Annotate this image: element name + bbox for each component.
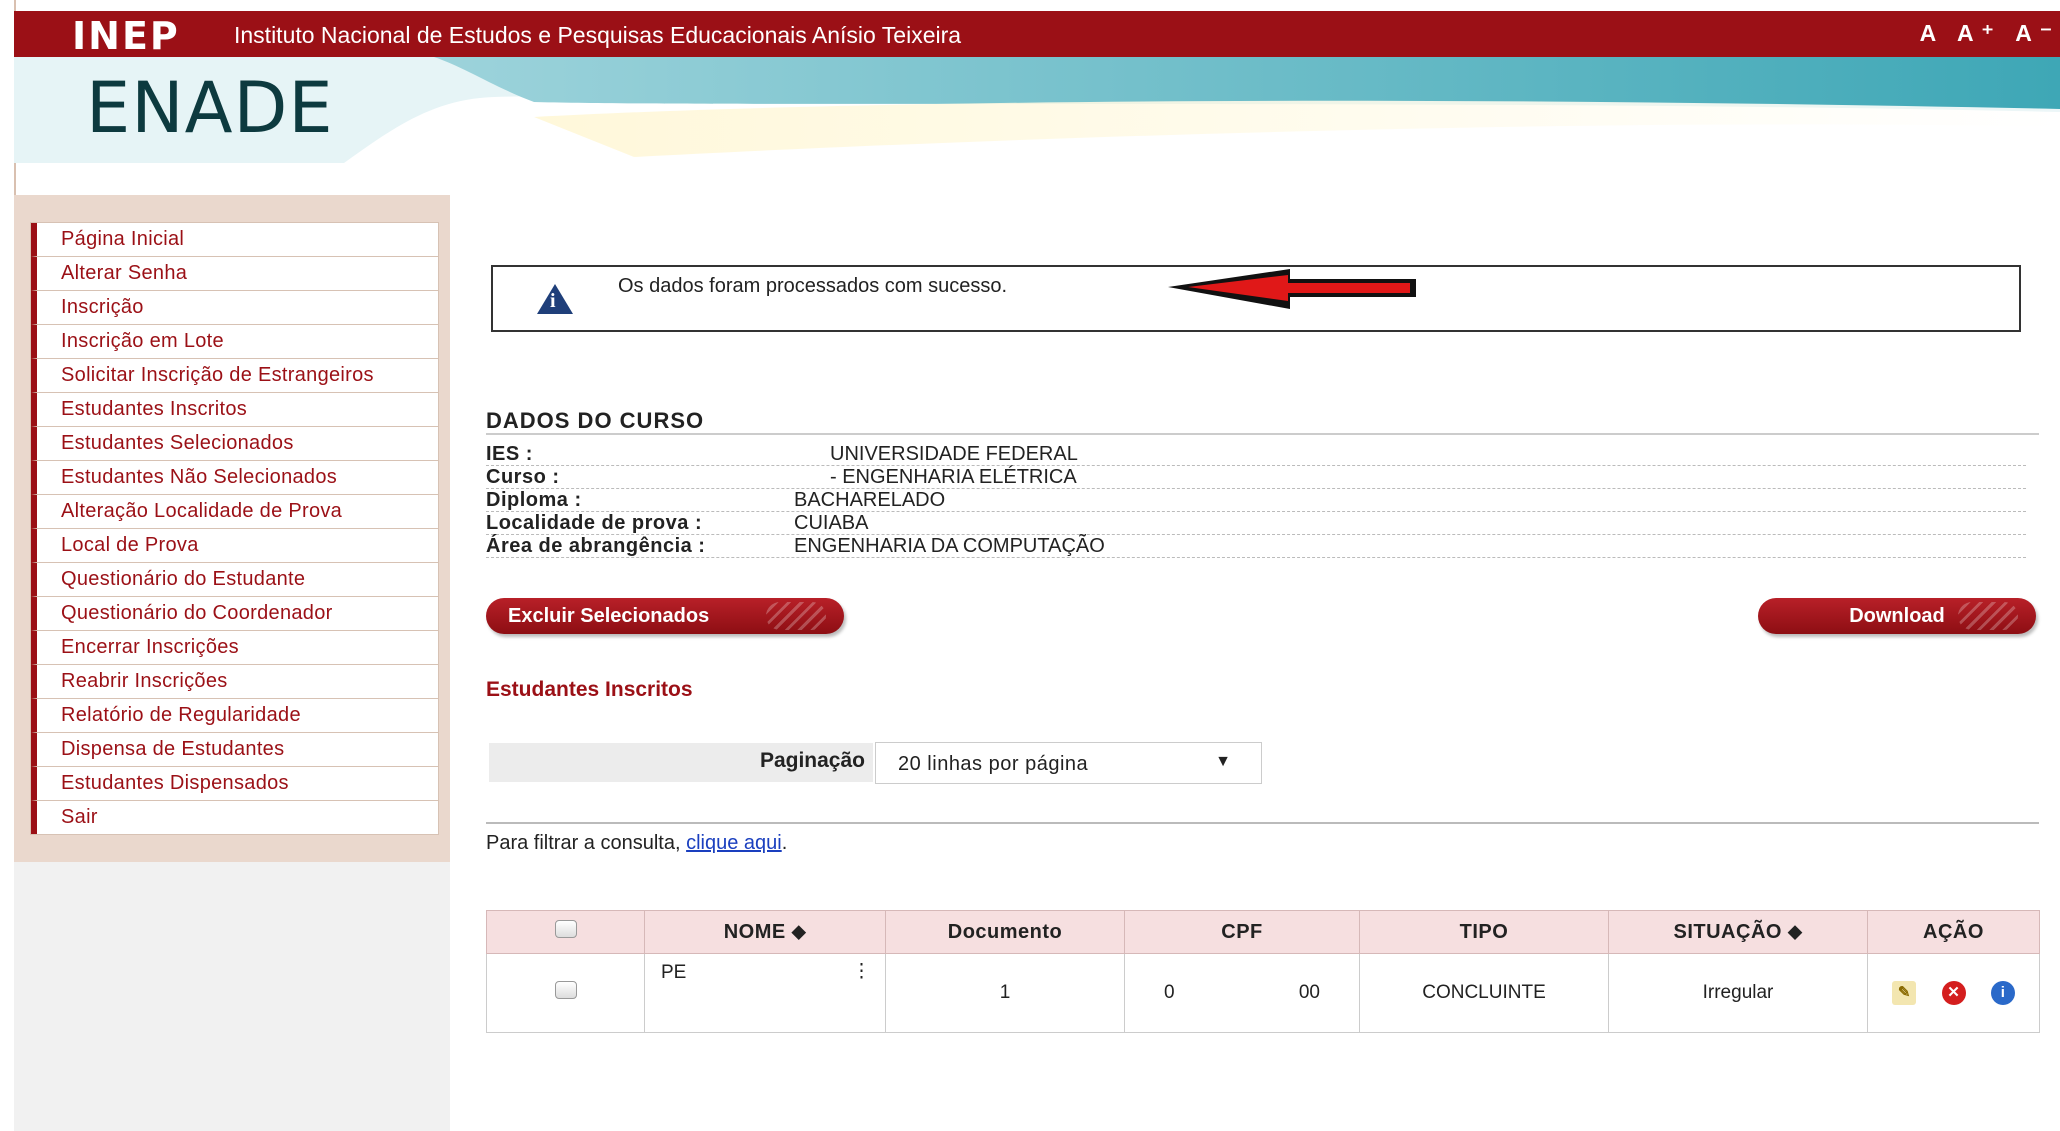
ies-value: UNIVERSIDADE FEDERAL	[830, 443, 1078, 465]
localidade-value: CUIABA	[794, 512, 869, 534]
acao-cell: ✎ ✕ i	[1867, 953, 2040, 1033]
sidebar-item-questionario-do-estudante[interactable]: Questionário do Estudante	[31, 563, 438, 597]
row-checkbox[interactable]	[554, 981, 577, 999]
sidebar-item-estudantes-inscritos[interactable]: Estudantes Inscritos	[31, 393, 438, 427]
sidebar-item-pagina-inicial[interactable]: Página Inicial	[31, 223, 438, 257]
sidebar-item-inscricao[interactable]: Inscrição	[31, 291, 438, 325]
sidebar-item-estudantes-nao-selecionados[interactable]: Estudantes Não Selecionados	[31, 461, 438, 495]
info-icon[interactable]: i	[1990, 981, 2015, 1005]
sidebar-item-alterar-senha[interactable]: Alterar Senha	[31, 257, 438, 291]
pagination-select[interactable]: 20 linhas por página ▼	[875, 742, 1262, 784]
localidade-row: Localidade de prova : CUIABA	[486, 512, 2026, 535]
filter-prefix: Para filtrar a consulta,	[486, 832, 687, 854]
nome-cell: PE ⋮	[644, 953, 886, 1033]
sidebar-bottom	[14, 862, 450, 1131]
sidebar-menu: Página Inicial Alterar Senha Inscrição Insc…	[30, 222, 439, 835]
curso-row: Curso : - ENGENHARIA ELÉTRICA	[486, 466, 2026, 489]
cpf-cell: 0 00	[1124, 953, 1360, 1033]
dropdown-caret-icon: ▼	[1215, 753, 1231, 770]
download-button[interactable]: Download	[1758, 598, 2036, 634]
documento-cell: 1	[885, 953, 1125, 1033]
sidebar-item-estudantes-selecionados[interactable]: Estudantes Selecionados	[31, 427, 438, 461]
localidade-label: Localidade de prova :	[486, 512, 703, 534]
download-label: Download	[1849, 605, 1945, 627]
app-title: ENADE	[86, 67, 334, 149]
font-size-controls[interactable]: A A⁺ A⁻	[1920, 20, 2060, 47]
edit-icon[interactable]: ✎	[1892, 981, 1917, 1005]
delete-selected-label: Excluir Selecionados	[508, 605, 710, 627]
sidebar-item-sair[interactable]: Sair	[31, 801, 438, 834]
col-acao: AÇÃO	[1867, 910, 2040, 954]
nome-value: PE	[661, 962, 687, 983]
sidebar-item-dispensa-de-estudantes[interactable]: Dispensa de Estudantes	[31, 733, 438, 767]
pagination-value: 20 linhas por página	[898, 753, 1089, 775]
col-situacao[interactable]: SITUAÇÃO ⬥	[1608, 910, 1868, 954]
row-select-cell	[486, 953, 645, 1033]
diploma-value: BACHARELADO	[794, 489, 946, 511]
ies-label: IES :	[486, 443, 533, 465]
filter-link[interactable]: clique aqui	[686, 832, 782, 854]
select-all-checkbox[interactable]	[554, 920, 577, 938]
delete-icon[interactable]: ✕	[1941, 981, 1966, 1005]
info-icon: i	[537, 284, 573, 314]
cpf-part-a: 0	[1164, 982, 1175, 1003]
col-nome[interactable]: NOME ⬥	[644, 910, 886, 954]
pagination-label: Paginação	[759, 749, 865, 772]
red-arrow-icon	[1168, 269, 1416, 309]
sidebar-item-relatorio-de-regularidade[interactable]: Relatório de Regularidade	[31, 699, 438, 733]
tipo-cell: CONCLUINTE	[1359, 953, 1609, 1033]
curso-value: - ENGENHARIA ELÉTRICA	[830, 466, 1077, 488]
sidebar-item-encerrar-inscricoes[interactable]: Encerrar Inscrições	[31, 631, 438, 665]
cpf-part-b: 00	[1298, 982, 1320, 1003]
diploma-label: Diploma :	[486, 489, 582, 511]
sidebar-item-solicitar-inscricao-de-estrangeiros[interactable]: Solicitar Inscrição de Estrangeiros	[31, 359, 438, 393]
enade-banner: ENADE	[14, 57, 2060, 163]
sidebar-item-inscricao-em-lote[interactable]: Inscrição em Lote	[31, 325, 438, 359]
area-label: Área de abrangência :	[486, 535, 706, 557]
area-row: Área de abrangência : ENGENHARIA DA COMP…	[486, 535, 2026, 558]
course-info: IES : UNIVERSIDADE FEDERAL Curso : - ENG…	[486, 443, 2026, 558]
col-cpf: CPF	[1124, 910, 1360, 954]
button-stripes	[1958, 602, 2018, 630]
diploma-row: Diploma : BACHARELADO	[486, 489, 2026, 512]
col-documento: Documento	[885, 910, 1125, 954]
select-all-header	[486, 910, 645, 954]
delete-selected-button[interactable]: Excluir Selecionados	[486, 598, 844, 634]
area-value: ENGENHARIA DA COMPUTAÇÃO	[794, 535, 1105, 557]
ies-row: IES : UNIVERSIDADE FEDERAL	[486, 443, 2026, 466]
sidebar-item-estudantes-dispensados[interactable]: Estudantes Dispensados	[31, 767, 438, 801]
inep-logo: INEP	[72, 14, 180, 58]
button-stripes	[766, 602, 826, 630]
sidebar-item-reabrir-inscricoes[interactable]: Reabrir Inscrições	[31, 665, 438, 699]
more-icon: ⋮	[852, 961, 871, 982]
message-text: Os dados foram processados com sucesso.	[618, 275, 1008, 297]
students-table: NOME ⬥ Documento CPF TIPO SITUAÇÃO ⬥ AÇÃ…	[486, 910, 2040, 1033]
sidebar-item-alteracao-localidade-de-prova[interactable]: Alteração Localidade de Prova	[31, 495, 438, 529]
sidebar-item-questionario-do-coordenador[interactable]: Questionário do Coordenador	[31, 597, 438, 631]
filter-suffix: .	[781, 832, 788, 854]
curso-label: Curso :	[486, 466, 560, 488]
divider	[486, 822, 2039, 824]
table-row: PE ⋮ 1 0 00 CONCLUINTE Irregular ✎ ✕ i	[486, 953, 2040, 1033]
pagination-label-box: Paginação	[489, 743, 873, 782]
sidebar-item-local-de-prova[interactable]: Local de Prova	[31, 529, 438, 563]
students-title: Estudantes Inscritos	[486, 678, 693, 701]
situacao-cell: Irregular	[1608, 953, 1868, 1033]
course-section-title: DADOS DO CURSO	[486, 408, 705, 433]
institute-name: Instituto Nacional de Estudos e Pesquisa…	[234, 22, 962, 48]
col-tipo: TIPO	[1359, 910, 1609, 954]
filter-hint: Para filtrar a consulta, clique aqui.	[486, 832, 787, 855]
top-bar: INEP Instituto Nacional de Estudos e Pes…	[14, 11, 2060, 57]
divider	[486, 433, 2039, 435]
